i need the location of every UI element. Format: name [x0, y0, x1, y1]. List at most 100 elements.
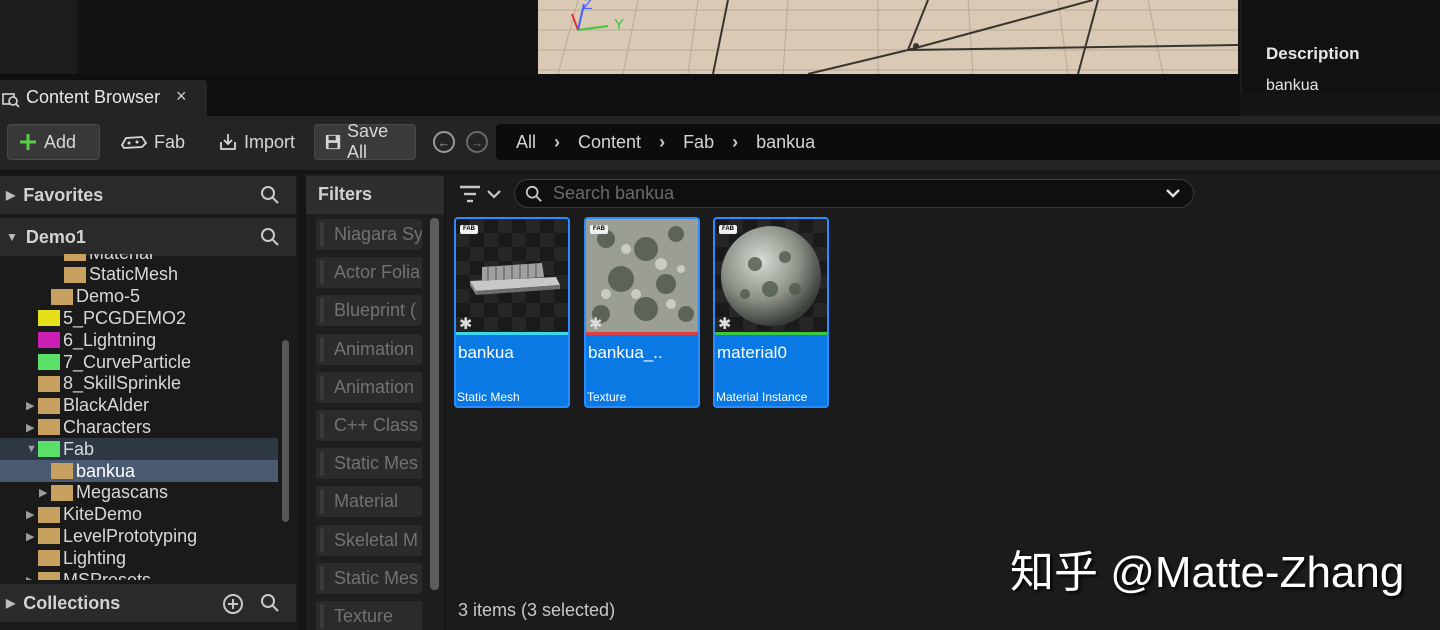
- tree-folder[interactable]: Demo-5: [0, 286, 278, 308]
- folder-icon: [38, 332, 60, 349]
- collections-header[interactable]: ▶ Collections: [0, 584, 296, 622]
- filter-chip[interactable]: Blueprint (: [316, 295, 422, 327]
- top-dark-panel: [79, 0, 538, 74]
- folder-icon: [51, 288, 73, 305]
- tree-expand-arrow-icon[interactable]: ▶: [26, 574, 38, 581]
- filter-chip[interactable]: Niagara Sy: [316, 219, 422, 250]
- tree-scrollbar[interactable]: [282, 340, 289, 522]
- chevron-down-icon[interactable]: [1165, 185, 1181, 201]
- tree-folder-label: MSPresets: [63, 569, 152, 581]
- tree-folder[interactable]: 5_PCGDEMO2: [0, 307, 278, 329]
- tree-expand-arrow-icon[interactable]: ▶: [39, 486, 51, 499]
- expand-arrow-icon[interactable]: ▶: [6, 188, 15, 202]
- tree-folder[interactable]: ▼ Fab: [0, 438, 278, 461]
- folder-icon: [51, 484, 73, 501]
- tree-folder[interactable]: ▶ MSPresets: [0, 569, 278, 580]
- folder-icon: [51, 463, 73, 479]
- tree-folder[interactable]: Lighting: [0, 547, 278, 569]
- fab-label: Fab: [154, 131, 186, 152]
- axis-z-label: Z: [583, 0, 593, 13]
- tree-folder-label: 6_Lightning: [63, 329, 157, 350]
- filter-chip[interactable]: Static Mes: [316, 448, 422, 480]
- static-mesh-preview: [470, 263, 560, 295]
- tree-expand-arrow-icon[interactable]: ▶: [26, 399, 38, 412]
- breadcrumb-separator-icon[interactable]: ›: [732, 132, 738, 153]
- tab-content-browser[interactable]: Content Browser ×: [0, 80, 207, 116]
- filter-chip[interactable]: Actor Folia: [316, 257, 422, 289]
- import-label: Import: [244, 131, 296, 152]
- filter-chip[interactable]: Texture: [316, 601, 422, 630]
- tree-folder[interactable]: 7_CurveParticle: [0, 351, 278, 373]
- asterisk-icon: ✱: [718, 316, 732, 333]
- tree-folder-label: Characters: [63, 416, 152, 437]
- tree-folder[interactable]: bankua: [0, 460, 278, 482]
- tree-expand-arrow-icon[interactable]: ▶: [26, 421, 38, 434]
- import-button[interactable]: Import: [208, 124, 306, 160]
- filter-menu-icon[interactable]: [458, 182, 504, 206]
- breadcrumb-content[interactable]: Content: [578, 132, 641, 153]
- folder-icon: [38, 419, 60, 436]
- tree-folder[interactable]: 6_Lightning: [0, 329, 278, 351]
- favorites-header[interactable]: ▶ Favorites: [0, 176, 296, 214]
- filter-chip[interactable]: Animation: [316, 333, 422, 365]
- expand-arrow-icon[interactable]: ▶: [6, 596, 15, 610]
- add-collection-icon[interactable]: [222, 593, 244, 615]
- tree-folder-label: LevelPrototyping: [63, 525, 198, 546]
- tree-folder[interactable]: Material: [0, 254, 278, 264]
- close-tab-icon[interactable]: ×: [176, 86, 187, 107]
- material-sphere-preview: [721, 226, 821, 326]
- search-placeholder: Search bankua: [553, 183, 675, 203]
- filter-chip[interactable]: Skeletal M: [316, 524, 422, 556]
- filter-chip[interactable]: Animation: [316, 371, 422, 403]
- tree-folder[interactable]: ▶ KiteDemo: [0, 504, 278, 526]
- breadcrumb-all[interactable]: All: [516, 132, 536, 153]
- search-icon[interactable]: [260, 227, 280, 247]
- asset-tile-material-instance[interactable]: FAB ✱ material0 Material Instance: [713, 217, 829, 408]
- folder-icon: [38, 441, 60, 458]
- tree-folder[interactable]: StaticMesh: [0, 264, 278, 286]
- tree-expand-arrow-icon[interactable]: ▶: [26, 508, 38, 521]
- asset-search-input[interactable]: Search bankua: [514, 179, 1194, 208]
- search-icon[interactable]: [260, 593, 280, 613]
- breadcrumb-fab[interactable]: Fab: [683, 132, 714, 153]
- collapse-arrow-icon[interactable]: ▼: [6, 230, 18, 244]
- tree-folder-label: Demo-5: [76, 286, 141, 307]
- back-arrow-icon[interactable]: ←: [433, 131, 455, 153]
- breadcrumb-bankua[interactable]: bankua: [756, 132, 815, 153]
- folder-icon: [64, 266, 86, 283]
- asset-thumbnail: [586, 219, 698, 332]
- tree-folder[interactable]: ▶ LevelPrototyping: [0, 525, 278, 547]
- save-all-label: Save All: [347, 121, 389, 162]
- breadcrumb-separator-icon[interactable]: ›: [659, 132, 665, 153]
- breadcrumb-separator-icon[interactable]: ›: [554, 132, 560, 153]
- add-button[interactable]: Add: [7, 124, 100, 160]
- description-heading: Description: [1266, 44, 1360, 63]
- search-icon[interactable]: [260, 185, 280, 205]
- tree-folder-label: 5_PCGDEMO2: [63, 307, 187, 328]
- tree-folder[interactable]: 8_SkillSprinkle: [0, 373, 278, 395]
- level-viewport[interactable]: Y Z: [538, 0, 1238, 74]
- tree-folder[interactable]: ▶ Characters: [0, 416, 278, 438]
- project-header[interactable]: ▼ Demo1: [0, 218, 296, 256]
- filter-chip[interactable]: Static Mes: [316, 562, 422, 594]
- folder-icon: [38, 572, 60, 580]
- asset-tile-texture[interactable]: FAB ✱ bankua_.. Texture: [584, 217, 700, 408]
- filter-chip[interactable]: Material: [316, 486, 422, 518]
- tree-folder[interactable]: ▶ BlackAlder: [0, 395, 278, 417]
- tree-folder-label: 8_SkillSprinkle: [63, 373, 182, 394]
- filter-chip[interactable]: C++ Class: [316, 410, 422, 441]
- tree-folder[interactable]: ▶ Megascans: [0, 482, 278, 504]
- asset-tile-static-mesh[interactable]: FAB ✱ bankua Static Mesh: [454, 217, 570, 408]
- filters-scrollbar[interactable]: [430, 218, 439, 590]
- tree-expand-arrow-icon[interactable]: ▼: [26, 443, 38, 455]
- project-label: Demo1: [25, 226, 86, 247]
- tree-expand-arrow-icon[interactable]: ▶: [26, 530, 38, 543]
- save-icon: [325, 134, 341, 150]
- content-browser-toolbar: Add Fab Import Save All ← → All › Conten…: [0, 116, 1440, 170]
- fab-button[interactable]: Fab: [110, 124, 200, 160]
- forward-arrow-icon[interactable]: →: [466, 131, 488, 153]
- tree-folder-label: Fab: [63, 438, 95, 459]
- filters-panel: Filters Niagara Sy Actor Folia Blueprint (…: [306, 174, 444, 630]
- save-all-button[interactable]: Save All: [314, 121, 416, 162]
- top-left-panel: [0, 0, 77, 74]
